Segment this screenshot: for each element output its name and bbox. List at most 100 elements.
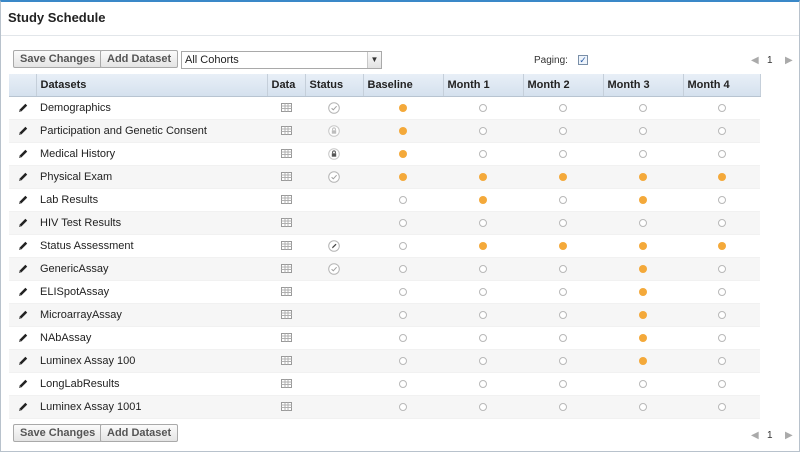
check-circle-icon[interactable] [328,170,340,183]
timepoint-empty-dot[interactable] [559,264,567,273]
header-status[interactable]: Status [305,74,364,97]
grid-icon[interactable] [280,379,292,389]
timepoint-empty-dot[interactable] [479,310,487,319]
pencil-icon[interactable] [17,217,29,229]
timepoint-empty-dot[interactable] [479,379,487,388]
pencil-icon[interactable] [17,309,29,321]
grid-icon[interactable] [280,333,292,343]
page-prev-icon-bottom[interactable]: ◀ [751,430,759,441]
timepoint-empty-dot[interactable] [399,379,407,388]
header-month-4[interactable]: Month 4 [683,74,761,97]
grid-icon[interactable] [280,356,292,366]
timepoint-empty-dot[interactable] [559,195,567,204]
header-data[interactable]: Data [267,74,306,97]
page-next-icon[interactable]: ▶ [785,55,793,66]
pencil-icon[interactable] [17,240,29,252]
lock-icon[interactable] [328,124,340,137]
timepoint-empty-dot[interactable] [399,264,407,273]
timepoint-required-dot[interactable] [639,195,647,204]
timepoint-empty-dot[interactable] [717,126,726,135]
timepoint-empty-dot[interactable] [717,149,726,158]
timepoint-required-dot[interactable] [479,172,487,181]
timepoint-empty-dot[interactable] [559,287,567,296]
timepoint-required-dot[interactable] [559,172,567,181]
grid-icon[interactable] [280,149,292,159]
paging-checkbox[interactable]: ✓ [578,55,588,65]
timepoint-empty-dot[interactable] [639,379,647,388]
timepoint-empty-dot[interactable] [399,402,407,411]
timepoint-empty-dot[interactable] [399,195,407,204]
timepoint-required-dot[interactable] [399,149,407,158]
timepoint-required-dot[interactable] [717,241,726,250]
pencil-icon[interactable] [17,332,29,344]
grid-icon[interactable] [280,218,292,228]
pencil-icon[interactable] [17,263,29,275]
timepoint-empty-dot[interactable] [479,264,487,273]
page-prev-icon[interactable]: ◀ [751,55,759,66]
grid-icon[interactable] [280,126,292,136]
timepoint-empty-dot[interactable] [479,218,487,227]
grid-icon[interactable] [280,402,292,412]
timepoint-empty-dot[interactable] [479,333,487,342]
page-next-icon-bottom[interactable]: ▶ [785,430,793,441]
timepoint-empty-dot[interactable] [479,149,487,158]
timepoint-empty-dot[interactable] [717,103,726,112]
timepoint-empty-dot[interactable] [559,218,567,227]
save-changes-button-bottom[interactable]: Save Changes [13,424,103,442]
grid-icon[interactable] [280,195,292,205]
timepoint-empty-dot[interactable] [717,333,726,342]
timepoint-empty-dot[interactable] [399,241,407,250]
timepoint-required-dot[interactable] [559,241,567,250]
save-changes-button[interactable]: Save Changes [13,50,103,68]
chevron-down-icon[interactable]: ▼ [367,52,381,68]
timepoint-empty-dot[interactable] [479,126,487,135]
timepoint-empty-dot[interactable] [559,126,567,135]
timepoint-empty-dot[interactable] [639,126,647,135]
timepoint-required-dot[interactable] [639,264,647,273]
add-dataset-button-bottom[interactable]: Add Dataset [100,424,179,442]
grid-icon[interactable] [280,172,292,182]
timepoint-required-dot[interactable] [639,287,647,296]
pencil-icon[interactable] [17,286,29,298]
timepoint-required-dot[interactable] [717,172,726,181]
grid-icon[interactable] [280,310,292,320]
add-dataset-button[interactable]: Add Dataset [100,50,179,68]
timepoint-empty-dot[interactable] [717,195,726,204]
timepoint-empty-dot[interactable] [639,149,647,158]
timepoint-required-dot[interactable] [399,172,407,181]
header-datasets[interactable]: Datasets [36,74,268,97]
timepoint-empty-dot[interactable] [559,402,567,411]
timepoint-empty-dot[interactable] [717,287,726,296]
timepoint-empty-dot[interactable] [639,218,647,227]
lock-icon[interactable] [328,147,340,160]
header-month-1[interactable]: Month 1 [443,74,524,97]
timepoint-empty-dot[interactable] [399,218,407,227]
timepoint-required-dot[interactable] [639,356,647,365]
timepoint-empty-dot[interactable] [639,402,647,411]
grid-icon[interactable] [280,287,292,297]
timepoint-empty-dot[interactable] [717,379,726,388]
timepoint-empty-dot[interactable] [639,103,647,112]
pencil-icon[interactable] [17,194,29,206]
timepoint-empty-dot[interactable] [399,310,407,319]
timepoint-required-dot[interactable] [639,241,647,250]
timepoint-empty-dot[interactable] [717,356,726,365]
timepoint-empty-dot[interactable] [399,287,407,296]
timepoint-empty-dot[interactable] [559,149,567,158]
check-circle-icon[interactable] [328,101,340,114]
timepoint-required-dot[interactable] [639,310,647,319]
check-circle-icon[interactable] [328,262,340,275]
timepoint-empty-dot[interactable] [399,356,407,365]
timepoint-empty-dot[interactable] [559,310,567,319]
timepoint-empty-dot[interactable] [399,333,407,342]
timepoint-required-dot[interactable] [479,195,487,204]
timepoint-empty-dot[interactable] [717,218,726,227]
timepoint-empty-dot[interactable] [479,356,487,365]
timepoint-empty-dot[interactable] [717,402,726,411]
grid-icon[interactable] [280,103,292,113]
header-month-2[interactable]: Month 2 [523,74,604,97]
pencil-icon[interactable] [17,378,29,390]
grid-icon[interactable] [280,241,292,251]
timepoint-empty-dot[interactable] [479,103,487,112]
timepoint-empty-dot[interactable] [559,333,567,342]
